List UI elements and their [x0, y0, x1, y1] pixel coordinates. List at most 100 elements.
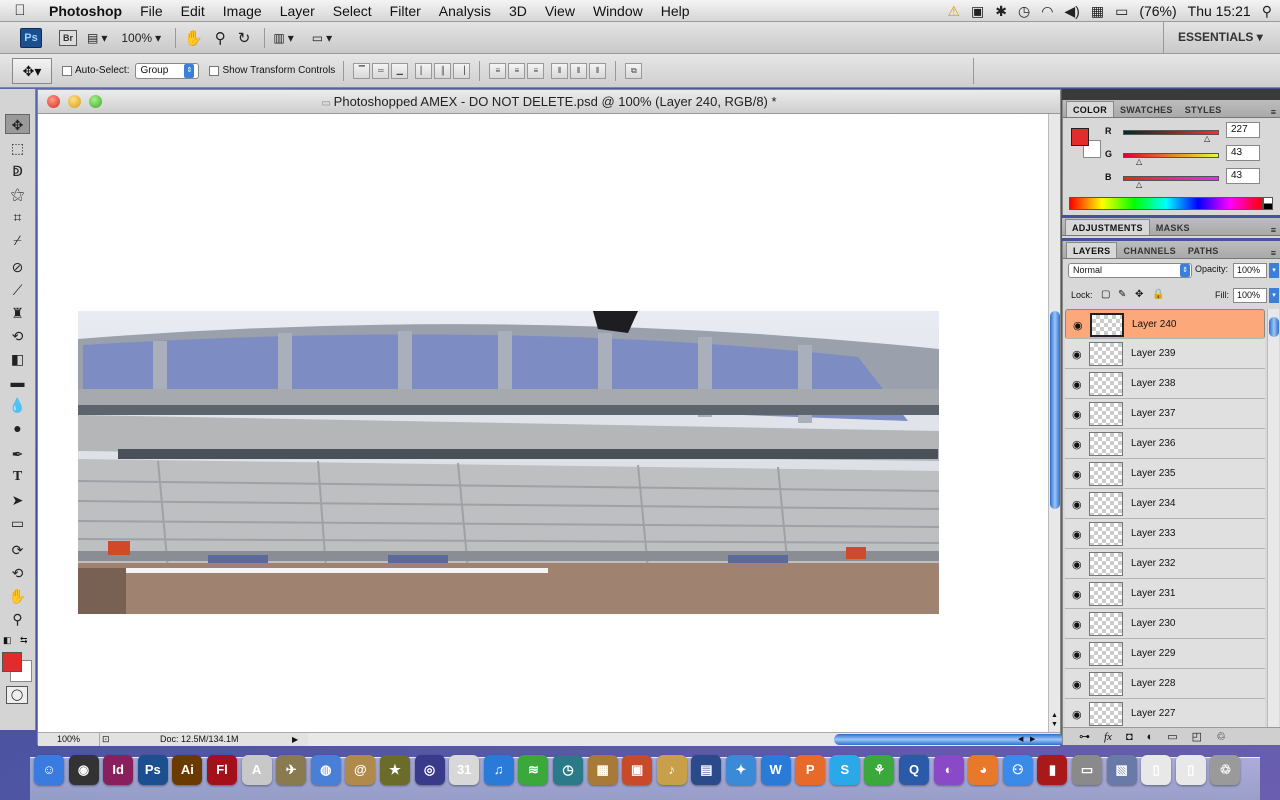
show-transform-option[interactable]: Show Transform Controls	[209, 65, 335, 76]
blue-slider-handle-icon[interactable]: △	[1136, 180, 1142, 189]
layer-row[interactable]: ◉ Layer 238	[1065, 369, 1265, 399]
blend-mode-select[interactable]: Normal ⇕	[1068, 263, 1192, 278]
layer-row[interactable]: ◉ Layer 236	[1065, 429, 1265, 459]
new-layer-icon[interactable]: ◰	[1192, 730, 1202, 743]
layer-row[interactable]: ◉ Layer 240	[1065, 309, 1265, 339]
align-left-button[interactable]: ▏	[415, 62, 433, 79]
align-top-button[interactable]: ▔	[353, 62, 371, 79]
add-mask-icon[interactable]: ◘	[1126, 731, 1133, 743]
document-title-bar[interactable]: ▭ Photoshopped AMEX - DO NOT DELETE.psd …	[38, 90, 1060, 114]
zoom-window-button[interactable]	[89, 95, 102, 108]
gradient-tool-icon[interactable]: ▬	[5, 372, 30, 392]
dock-icon-skype[interactable]: S	[829, 755, 860, 785]
vertical-scrollbar[interactable]: ▲ ▼	[1048, 114, 1060, 732]
visibility-eye-icon[interactable]: ◉	[1072, 528, 1082, 541]
hand-tool-icon[interactable]: ✋	[5, 586, 30, 606]
distribute-hcenter-button[interactable]: ⦀	[570, 62, 588, 79]
workspace-switcher[interactable]: ESSENTIALS ▾	[1178, 30, 1263, 44]
layer-row[interactable]: ◉ Layer 237	[1065, 399, 1265, 429]
red-value-input[interactable]: 227	[1226, 122, 1260, 138]
dock-icon-garageband[interactable]: ♪	[656, 755, 687, 785]
blue-value-input[interactable]: 43	[1226, 168, 1260, 184]
menu-view[interactable]: View	[536, 0, 584, 22]
lock-position-icon[interactable]: ✥	[1135, 289, 1143, 300]
dock-icon-imovie[interactable]: ★	[380, 755, 410, 785]
brush-tool-icon[interactable]: ⟋	[5, 280, 30, 300]
show-transform-checkbox[interactable]	[209, 65, 220, 76]
clone-stamp-tool-icon[interactable]: ♜	[5, 303, 30, 323]
red-slider-handle-icon[interactable]: △	[1204, 134, 1210, 143]
magic-wand-tool-icon[interactable]: ⚝	[5, 184, 30, 204]
dock-icon-quicktime[interactable]: Q	[899, 755, 929, 785]
distribute-bottom-button[interactable]: ≡	[527, 62, 545, 79]
dock-icon-address-book[interactable]: @	[345, 755, 376, 785]
lasso-tool-icon[interactable]: ↁ	[5, 161, 30, 181]
dodge-tool-icon[interactable]: ●	[5, 418, 30, 438]
dock-icon-dashboard-widgets[interactable]: ▤	[691, 755, 722, 785]
tab-color[interactable]: COLOR	[1066, 101, 1114, 117]
minimize-window-button[interactable]	[68, 95, 81, 108]
eraser-tool-icon[interactable]: ◧	[5, 349, 30, 369]
3d-orbit-tool-icon[interactable]: ⟲	[5, 563, 30, 583]
color-spectrum-bar[interactable]	[1069, 197, 1263, 210]
align-vcenter-button[interactable]: ═	[372, 62, 390, 79]
green-value-input[interactable]: 43	[1226, 145, 1260, 161]
panel-menu-icon[interactable]: ≡	[1271, 248, 1276, 258]
new-group-icon[interactable]: ▭	[1167, 730, 1177, 743]
menu-file[interactable]: File	[131, 0, 172, 22]
dock-icon-indesign[interactable]: Id	[103, 755, 134, 785]
layer-row[interactable]: ◉ Layer 239	[1065, 339, 1265, 369]
align-bottom-button[interactable]: ▁	[391, 62, 409, 79]
adobe-updater-icon[interactable]: ▣	[971, 3, 984, 20]
dock-icon-trash[interactable]: ♲	[1210, 755, 1241, 785]
lock-all-icon[interactable]: 🔒	[1152, 289, 1164, 300]
opacity-dropdown-arrow-icon[interactable]: ▾	[1269, 263, 1279, 278]
lock-transparency-icon[interactable]: ▢	[1101, 289, 1110, 300]
dock-icon-finder[interactable]: ☺	[34, 755, 64, 785]
dock-icon-itunes[interactable]: ♫	[483, 755, 514, 785]
dock-icon-safari[interactable]: ✦	[726, 755, 756, 785]
visibility-eye-icon[interactable]: ◉	[1072, 588, 1082, 601]
eyedropper-tool-icon[interactable]: ⌿	[5, 230, 30, 250]
time-machine-icon[interactable]: ◷	[1018, 3, 1030, 20]
visibility-eye-icon[interactable]: ◉	[1072, 468, 1082, 481]
spotlight-search-icon[interactable]: ⚲	[1262, 3, 1272, 20]
zoom-tool-icon[interactable]: ⚲	[5, 609, 30, 629]
distribute-vcenter-button[interactable]: ≡	[508, 62, 526, 79]
zoom-tool-icon[interactable]: ⚲	[215, 29, 226, 47]
menu-help[interactable]: Help	[652, 0, 699, 22]
swap-colors-icon[interactable]: ⇆	[20, 635, 28, 646]
align-right-button[interactable]: ▕	[453, 62, 471, 79]
stadium-photo[interactable]	[78, 311, 939, 614]
dock-icon-dashboard[interactable]: ◉	[68, 755, 99, 785]
menu-3d[interactable]: 3D	[500, 0, 536, 22]
dock-icon-document[interactable]: ▯	[1141, 755, 1172, 785]
distribute-left-button[interactable]: ⦀	[551, 62, 569, 79]
visibility-eye-icon[interactable]: ◉	[1072, 438, 1082, 451]
screen-mode-button[interactable]: ▭ ▾	[312, 31, 332, 45]
apple-menu-icon[interactable]: 	[0, 2, 40, 19]
visibility-eye-icon[interactable]: ◉	[1072, 408, 1082, 421]
dock-icon-msn[interactable]: ⚇	[1002, 755, 1033, 785]
fill-input[interactable]: 100%	[1233, 288, 1267, 303]
tab-swatches[interactable]: SWATCHES	[1114, 102, 1179, 117]
shape-tool-icon[interactable]: ▭	[5, 513, 30, 533]
path-selection-tool-icon[interactable]: ➤	[5, 490, 30, 510]
opacity-input[interactable]: 100%	[1233, 263, 1267, 278]
layer-row[interactable]: ◉ Layer 227	[1065, 699, 1265, 729]
layer-row[interactable]: ◉ Layer 232	[1065, 549, 1265, 579]
auto-select-checkbox[interactable]	[62, 65, 72, 76]
type-tool-icon[interactable]: T	[5, 467, 30, 487]
move-tool-icon[interactable]: ✥	[5, 114, 30, 134]
tab-layers[interactable]: LAYERS	[1066, 242, 1118, 258]
menu-layer[interactable]: Layer	[271, 0, 324, 22]
warning-icon[interactable]: ⚠	[947, 3, 960, 20]
dock-icon-preview[interactable]: ✈	[276, 755, 307, 785]
layer-row[interactable]: ◉ Layer 230	[1065, 609, 1265, 639]
volume-icon[interactable]: ◀)	[1064, 3, 1079, 20]
visibility-eye-icon[interactable]: ◉	[1072, 648, 1082, 661]
auto-select-option[interactable]: Auto-Select:	[62, 65, 129, 76]
tab-styles[interactable]: STYLES	[1179, 102, 1228, 117]
3d-rotate-tool-icon[interactable]: ⟳	[5, 540, 30, 560]
layer-row[interactable]: ◉ Layer 235	[1065, 459, 1265, 489]
